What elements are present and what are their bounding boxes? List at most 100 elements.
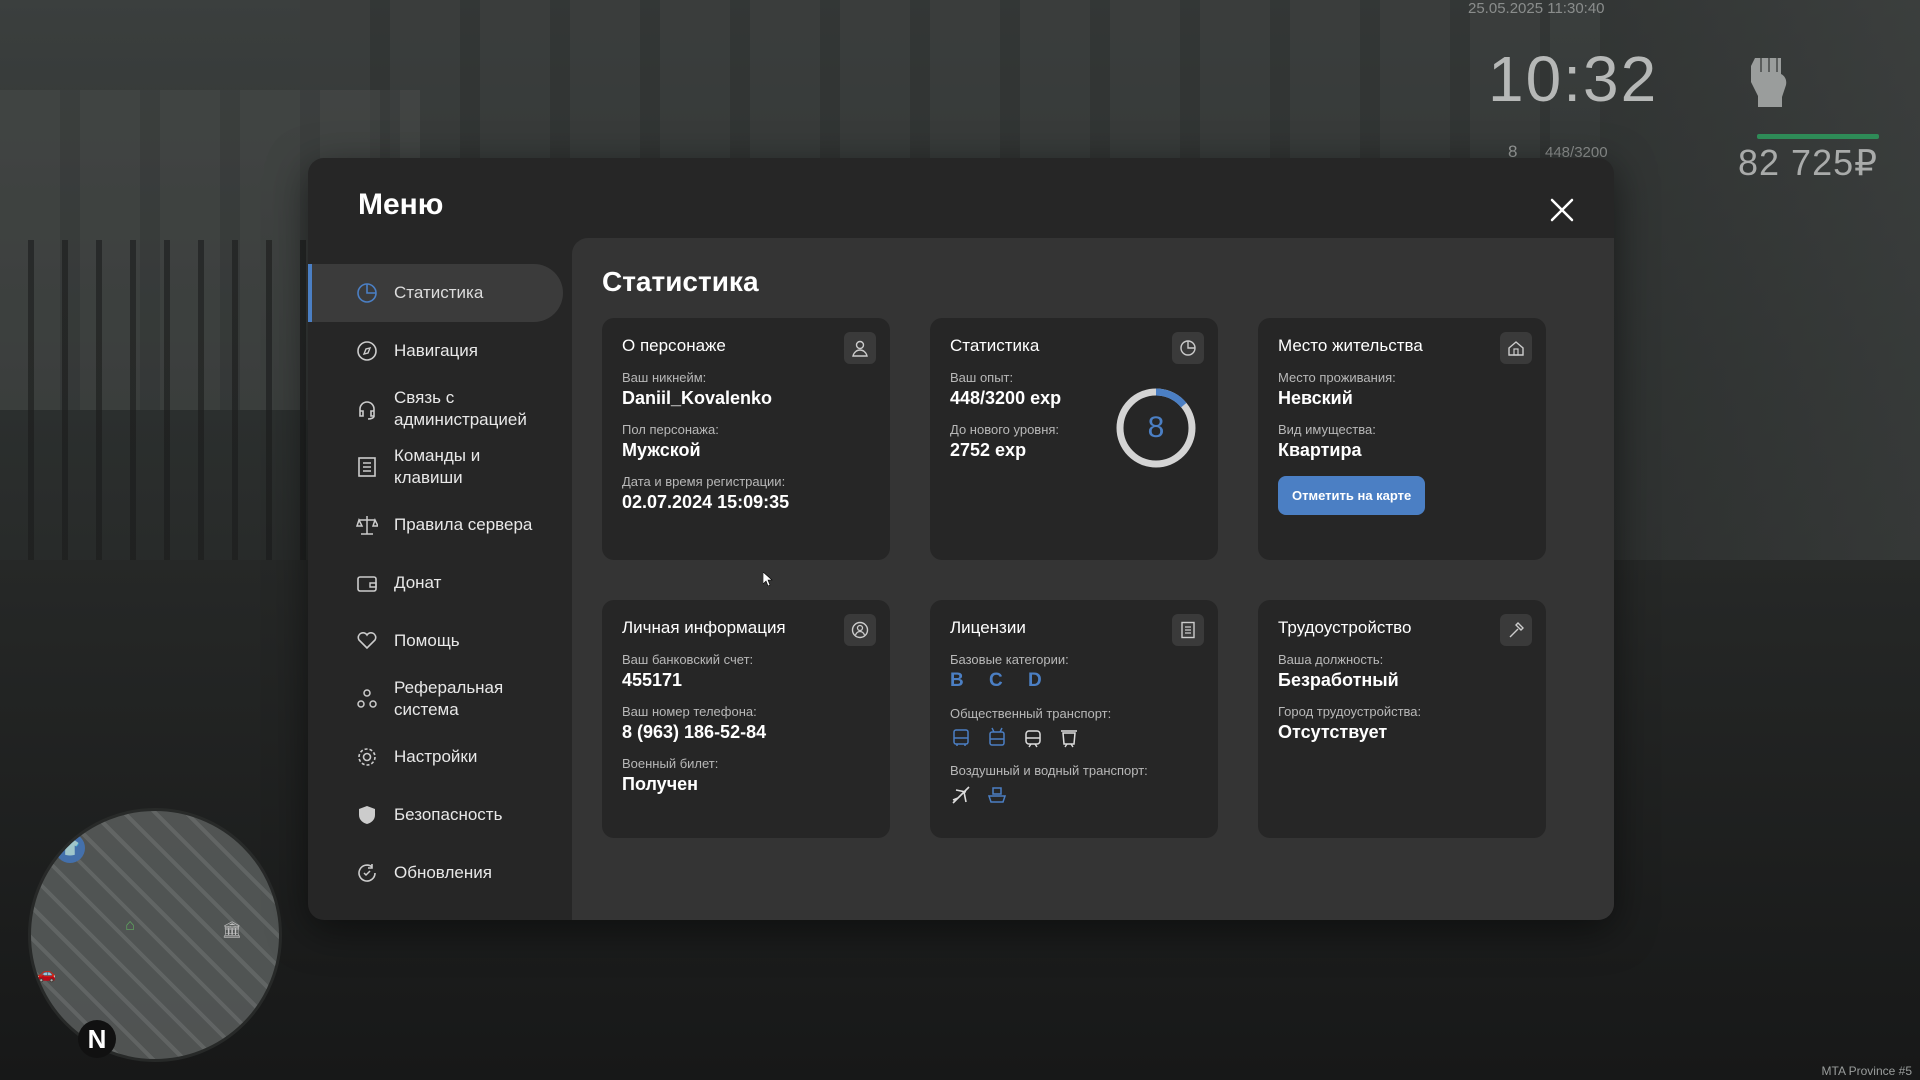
card-personal-info: Личная информация Ваш банковский счет: 4… [602,600,890,838]
sidebar-item-navigation[interactable]: Навигация [308,322,563,380]
airplane-icon [952,786,970,804]
card-title: Лицензии [950,618,1026,637]
fist-icon [1751,58,1787,107]
employment-city-value: Отсутствует [1278,722,1388,742]
card-title: Статистика [950,336,1040,355]
sidebar-item-label: Команды и клавиши [394,446,481,487]
user-circle-icon [844,614,876,646]
sidebar-item-help[interactable]: Помощь [308,612,563,670]
field-label: Город трудоустройства: [1278,704,1422,719]
residence-value: Невский [1278,388,1353,408]
list-icon [358,457,376,477]
menu-title: Меню [358,188,444,221]
air-water-licenses [950,784,1198,806]
gender-value: Мужской [622,440,701,460]
bank-account-value: 455171 [622,670,683,690]
hud-datetime: 25.05.2025 11:30:40 [1468,0,1605,17]
house-icon [1500,332,1532,364]
sidebar-item-label: Настройки [394,747,478,766]
sidebar-item-updates[interactable]: Обновления [308,844,563,902]
field-label: Базовые категории: [950,652,1069,667]
compass-icon [357,341,377,361]
card-title: Место жительства [1278,336,1423,355]
metro-icon [1061,730,1077,748]
server-watermark: MTA Province #5 [1821,1064,1912,1078]
hud-health-bar [1757,134,1879,139]
sidebar-item-security[interactable]: Безопасность [308,786,563,844]
sidebar: Статистика Навигация Связь с администрац… [308,264,563,902]
level-number: 8 [1147,411,1165,444]
field-label: Ваш номер телефона: [622,704,757,719]
shield-icon [359,806,375,824]
sidebar-item-commands[interactable]: Команды и клавиши [308,438,563,496]
nickname-value: Daniil_Kovalenko [622,388,773,408]
content-panel: Статистика О персонаже Ваш никнейм: Dani… [572,238,1614,920]
field-label: Ваша должность: [1278,652,1384,667]
sidebar-item-label: Донат [394,573,442,592]
sidebar-item-label: Безопасность [394,805,503,824]
page-title: Статистика [602,266,759,297]
field-label: Военный билет: [622,756,719,771]
card-title: Трудоустройство [1278,618,1412,637]
card-title: Личная информация [622,618,786,637]
field-label: Ваш никнейм: [622,370,707,385]
property-type-value: Квартира [1278,440,1362,460]
hud-clock: 10:32 [1488,43,1659,115]
gear-icon [358,748,376,766]
card-title: О персонаже [622,336,726,355]
mouse-cursor-icon [763,572,773,586]
field-label: Место проживания: [1278,370,1396,385]
field-label: Вид имущества: [1278,422,1376,437]
menu-window: Меню Статистика Навигация Связь с админи… [308,158,1614,920]
close-icon[interactable] [1546,194,1578,226]
public-transport-licenses [950,727,1198,749]
field-label: Дата и время регистрации: [622,474,786,489]
home-marker-icon: ⌂ [125,917,135,934]
registration-value: 02.07.2024 15:09:35 [622,492,790,512]
sidebar-item-label: Связь с администрацией [394,388,527,429]
sidebar-item-label: Обновления [394,863,492,882]
headset-icon [359,401,375,420]
sidebar-item-label: Статистика [394,283,484,302]
field-label: Пол персонажа: [622,422,719,437]
refresh-icon [358,864,376,882]
bus-icon [953,729,969,746]
hud-money: 82 725₽ [1738,142,1879,183]
minimap: 👕 🏛 ⌂ 🚗 [28,808,282,1062]
sidebar-item-donate[interactable]: Донат [308,554,563,612]
wallet-icon [357,576,377,592]
card-licenses: Лицензии Базовые категории: B C D Общест… [930,600,1218,838]
field-label: Воздушный и водный транспорт: [950,763,1148,778]
hammer-icon [1500,614,1532,646]
card-statistics: Статистика Ваш опыт: 448/3200 exp До нов… [930,318,1218,560]
bank-marker-icon: 🏛 [221,922,243,939]
military-id-value: Получен [622,774,699,794]
document-icon [1172,614,1204,646]
pie-chart-icon [1172,332,1204,364]
card-character: О персонаже Ваш никнейм: Daniil_Kovalenk… [602,318,890,560]
card-employment: Трудоустройство Ваша должность: Безработ… [1258,600,1546,838]
boat-icon [987,787,1007,803]
sidebar-item-settings[interactable]: Настройки [308,728,563,786]
trolleybus-icon [989,727,1005,746]
sidebar-item-label: Правила сервера [394,515,533,534]
tram-icon [1025,730,1041,748]
phone-value: 8 (963) 186-52-84 [622,722,767,742]
mark-on-map-button[interactable]: Отметить на карте [1278,476,1426,515]
compass-north: N [78,1020,116,1058]
sidebar-item-rules[interactable]: Правила сервера [308,496,563,554]
sidebar-item-label: Навигация [394,341,478,360]
card-residence: Место жительства Место проживания: Невск… [1258,318,1546,560]
pie-chart-icon [357,283,377,303]
people-icon [357,689,377,708]
heart-hand-icon [357,631,377,650]
sidebar-item-label: Помощь [394,631,460,650]
position-value: Безработный [1278,670,1399,690]
sidebar-item-label: Реферальная система [394,678,504,719]
license-categories: B C D [950,670,1052,691]
sidebar-item-referral[interactable]: Реферальная система [308,670,563,728]
car-marker-icon: 🚗 [36,966,56,983]
sidebar-item-statistics[interactable]: Статистика [308,264,563,322]
field-label: Общественный транспорт: [950,706,1112,721]
sidebar-item-admin-contact[interactable]: Связь с администрацией [308,380,563,438]
